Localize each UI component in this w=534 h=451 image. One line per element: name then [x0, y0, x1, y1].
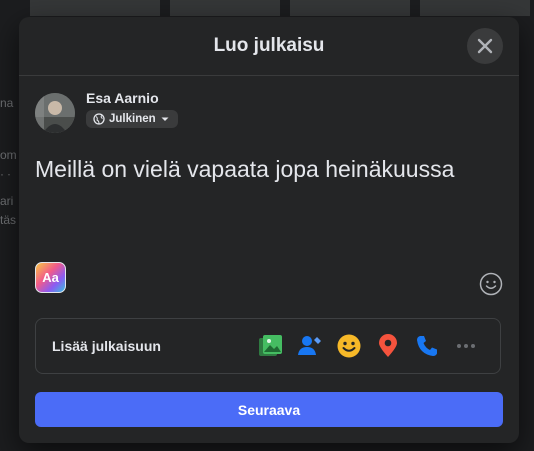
feeling-icon — [337, 334, 361, 358]
background-picker-label: Aa — [42, 270, 59, 285]
smiley-outline-icon — [479, 272, 503, 296]
background-text: om — [0, 148, 17, 162]
close-icon — [477, 38, 493, 54]
post-author: Esa Aarnio Julkinen — [35, 90, 178, 133]
next-button[interactable]: Seuraava — [35, 392, 503, 427]
background-photo — [290, 0, 410, 16]
check-in-button[interactable] — [370, 328, 406, 364]
feeling-button[interactable] — [331, 328, 367, 364]
audience-selector[interactable]: Julkinen — [86, 110, 178, 128]
author-name: Esa Aarnio — [86, 90, 159, 106]
profile-photo — [35, 93, 75, 133]
globe-icon — [93, 113, 105, 125]
call-icon — [417, 336, 437, 356]
tag-people-button[interactable] — [292, 328, 328, 364]
close-button[interactable] — [467, 28, 503, 64]
background-text: na — [0, 96, 14, 110]
background-photo — [420, 0, 530, 16]
call-button[interactable] — [409, 328, 445, 364]
create-post-dialog: Luo julkaisu Esa Aarnio Julkinen Meillä … — [19, 17, 519, 443]
background-text: täs — [0, 213, 17, 227]
background-photo — [170, 0, 280, 16]
add-to-post-icons — [250, 328, 484, 364]
background-picker-button[interactable]: Aa — [35, 262, 66, 293]
avatar[interactable] — [35, 93, 75, 133]
background-text: ari — [0, 194, 14, 208]
more-options-button[interactable] — [448, 328, 484, 364]
audience-label: Julkinen — [109, 113, 156, 125]
photo-video-icon — [259, 335, 282, 356]
check-in-icon — [379, 334, 397, 357]
background-photo — [30, 0, 160, 16]
tag-people-icon — [298, 336, 321, 355]
more-icon — [457, 344, 475, 348]
dialog-title: Luo julkaisu — [213, 35, 325, 56]
caret-down-icon — [161, 117, 169, 121]
add-to-post-label: Lisää julkaisuun — [52, 338, 161, 354]
add-to-post-bar: Lisää julkaisuun — [35, 318, 501, 374]
background-text: · ∙ — [0, 167, 11, 181]
add-photo-button[interactable] — [253, 328, 289, 364]
post-text-input[interactable]: Meillä on vielä vapaata jopa heinäkuussa — [35, 154, 503, 184]
emoji-button[interactable] — [479, 272, 503, 301]
dialog-header: Luo julkaisu — [19, 17, 519, 76]
